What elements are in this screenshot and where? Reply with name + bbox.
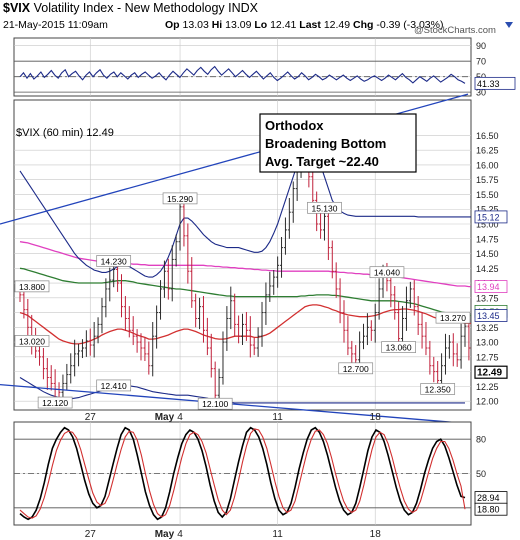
price-point-label: 15.130 (311, 203, 337, 213)
price-y-tick-label: 14.75 (476, 234, 499, 244)
pattern-annotation: Orthodox Broadening Bottom Avg. Target ~… (259, 113, 417, 173)
stochastic-panel: 20508028.9418.8027May41118 (13, 421, 508, 540)
annotation-line-3: Avg. Target ~22.40 (265, 154, 379, 169)
stoch-x-axis-label: May (155, 529, 175, 540)
price-right-label: 13.94 (477, 282, 500, 292)
stoch-x-axis-label: 27 (85, 529, 97, 540)
stoch-x-axis-label: 11 (272, 529, 283, 540)
price-y-tick-label: 14.25 (476, 264, 499, 274)
chart-root: $VIX Volatility Index - New Methodology … (0, 0, 520, 540)
price-y-tick-label: 12.00 (476, 397, 499, 407)
price-point-label: 14.040 (374, 268, 400, 278)
stoch-x-axis-label: 4 (177, 529, 183, 540)
stoch-y-tick-label: 50 (476, 469, 486, 479)
rsi-y-tick-label: 70 (476, 57, 486, 67)
price-right-label: 15.12 (477, 212, 500, 222)
price-point-label: 12.120 (42, 398, 68, 408)
price-right-label: 13.45 (477, 311, 500, 321)
price-point-label: 12.410 (101, 381, 127, 391)
price-point-label: 15.290 (167, 194, 193, 204)
x-axis-label: 27 (85, 412, 97, 423)
price-point-label: 12.350 (425, 384, 451, 394)
annotation-line-2: Broadening Bottom (265, 136, 386, 151)
x-axis-label: 11 (272, 412, 283, 423)
price-point-label: 13.060 (386, 343, 412, 353)
price-point-label: 13.270 (440, 313, 466, 323)
price-title: $VIX (60 min) 12.49 (16, 127, 114, 139)
price-point-label: 14.230 (101, 256, 127, 266)
price-y-tick-label: 13.75 (476, 293, 499, 303)
stockcharts-watermark: @StockCharts.com (414, 25, 496, 36)
rsi-y-tick-label: 90 (476, 41, 486, 51)
rsi-panel: 3050709041.33 (13, 37, 516, 98)
price-y-tick-label: 12.75 (476, 352, 499, 362)
price-y-tick-label: 13.00 (476, 338, 499, 348)
price-y-tick-label: 16.50 (476, 131, 499, 141)
price-y-tick-label: 16.25 (476, 146, 499, 156)
price-point-label: 12.700 (343, 364, 369, 374)
price-right-label: 12.49 (477, 368, 502, 379)
price-panel: 12.0012.2512.5012.7513.0013.2513.5013.75… (0, 93, 508, 425)
rsi-frame (13, 37, 472, 97)
x-axis-label: 4 (177, 412, 183, 423)
price-y-tick-label: 12.25 (476, 382, 499, 392)
price-point-label: 13.020 (19, 336, 45, 346)
stoch-right-label: 18.80 (477, 505, 500, 515)
price-y-tick-label: 15.50 (476, 190, 499, 200)
x-axis-label: May (155, 412, 175, 423)
price-y-tick-label: 16.00 (476, 160, 499, 170)
chart-canvas: 3050709041.33 12.0012.2512.5012.7513.001… (0, 25, 516, 540)
stoch-y-tick-label: 80 (476, 435, 486, 445)
rsi-last-value: 41.33 (477, 79, 500, 89)
annotation-line-1: Orthodox (265, 118, 324, 133)
price-point-label: 12.100 (202, 399, 228, 409)
price-point-label: 13.800 (19, 282, 45, 292)
stoch-right-label: 28.94 (477, 493, 500, 503)
price-y-tick-label: 13.25 (476, 323, 499, 333)
price-y-tick-label: 14.50 (476, 249, 499, 259)
stoch-x-axis-label: 18 (370, 529, 382, 540)
x-axis-label: 18 (370, 412, 382, 423)
price-y-tick-label: 15.75 (476, 175, 499, 185)
